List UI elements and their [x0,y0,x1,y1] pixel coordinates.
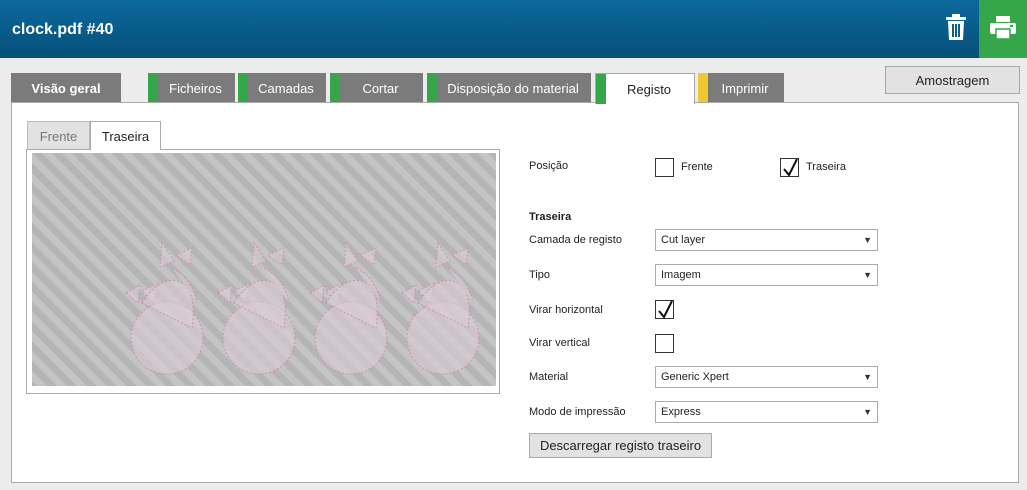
status-stripe [427,73,437,103]
virar-horizontal-checkbox[interactable] [655,300,674,319]
tab-label: Visão geral [31,80,101,96]
posicao-frente-checkbox[interactable] [655,158,674,177]
tipo-select[interactable]: Imagem ▼ [655,264,878,286]
material-select[interactable]: Generic Xpert ▼ [655,366,878,388]
tab-label: Registo [626,81,672,97]
tab-ficheiros[interactable]: Ficheiros [148,73,235,103]
section-title: Traseira [529,211,572,223]
status-stripe [148,73,158,103]
tipo-label: Tipo [529,269,550,281]
amostragem-button[interactable]: Amostragem [885,66,1020,94]
tab-visao-geral[interactable]: Visão geral [11,73,121,103]
status-stripe [596,74,606,104]
status-stripe [698,73,708,103]
trash-icon[interactable] [944,13,968,41]
virar-horizontal-label: Virar horizontal [529,304,603,316]
print-button[interactable] [979,0,1027,58]
page-title: clock.pdf #40 [12,21,114,38]
material-label: Material [529,371,569,383]
select-value: Generic Xpert [661,371,729,383]
tab-registo[interactable]: Registo [595,73,695,104]
tab-imprimir[interactable]: Imprimir [698,73,784,103]
dropdown-arrow-icon: ▼ [863,270,872,280]
dropdown-arrow-icon: ▼ [863,407,872,417]
subtab-traseira[interactable]: Traseira [90,121,161,150]
posicao-traseira-checkbox[interactable] [780,158,799,177]
checkmark-icon [658,300,673,319]
printer-icon [990,16,1016,40]
tab-label: Disposição do material [447,80,579,96]
tab-label: Cortar [362,80,399,96]
tab-label: Camadas [258,80,314,96]
subtab-frente[interactable]: Frente [27,121,90,150]
modo-impressao-label: Modo de impressão [529,406,626,418]
camada-label: Camada de registo [529,234,622,246]
registration-preview [32,153,496,386]
dropdown-arrow-icon: ▼ [863,372,872,382]
select-value: Express [661,406,701,418]
modo-impressao-select[interactable]: Express ▼ [655,401,878,423]
app-header: clock.pdf #40 [0,0,1027,58]
descarregar-registo-button[interactable]: Descarregar registo traseiro [529,433,712,458]
virar-vertical-checkbox[interactable] [655,334,674,353]
camada-select[interactable]: Cut layer ▼ [655,229,878,251]
virar-vertical-label: Virar vertical [529,337,590,349]
tab-label: Ficheiros [169,80,222,96]
tab-label: Imprimir [721,80,769,96]
select-value: Imagem [661,269,701,281]
posicao-traseira-label: Traseira [806,161,846,173]
status-stripe [330,73,340,103]
posicao-label: Posição [529,160,569,172]
tab-disposicao-do-material[interactable]: Disposição do material [427,73,591,103]
dropdown-arrow-icon: ▼ [863,235,872,245]
status-stripe [238,73,248,103]
posicao-frente-label: Frente [681,161,713,173]
tab-camadas[interactable]: Camadas [238,73,326,103]
tab-cortar[interactable]: Cortar [330,73,423,103]
checkmark-icon [783,158,798,177]
select-value: Cut layer [661,234,706,246]
